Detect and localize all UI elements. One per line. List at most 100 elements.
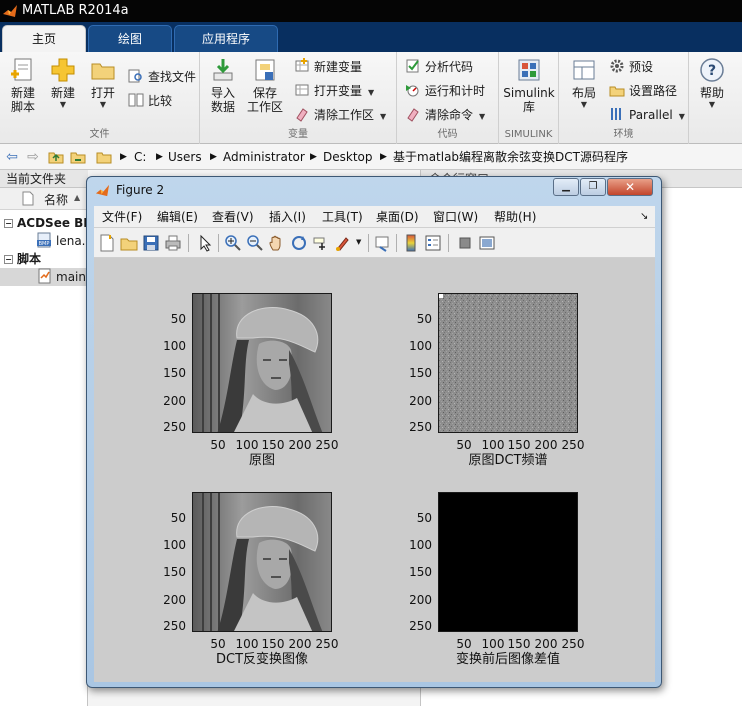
brush-icon[interactable] (334, 234, 352, 252)
subplot-title: 原图DCT频谱 (468, 453, 548, 468)
clear-commands-button[interactable]: 清除命令 ▼ (405, 104, 485, 126)
dct-spectrum-image (439, 294, 577, 432)
x-tick-label: 150 (507, 438, 531, 452)
breadcrumb-users[interactable]: Users (168, 149, 202, 165)
name-column-header[interactable]: 名称 (44, 191, 68, 208)
subplot-dct-spectrum[interactable] (438, 293, 578, 433)
tab-apps[interactable]: 应用程序 (174, 25, 278, 52)
new-caret-icon: ▼ (59, 100, 67, 109)
print-figure-icon[interactable] (164, 234, 182, 252)
toolbar-separator (188, 234, 189, 252)
preferences-button[interactable]: 预设 (609, 56, 653, 78)
simulink-library-button[interactable]: Simulink 库 (503, 56, 555, 126)
breadcrumb-desktop[interactable]: Desktop (323, 149, 373, 165)
menu-view[interactable]: 查看(V) (212, 209, 254, 225)
up-folder-icon[interactable] (48, 149, 64, 165)
data-cursor-icon[interactable] (312, 234, 330, 252)
back-arrow-icon[interactable]: ⇦ (3, 148, 21, 166)
breadcrumb-administrator[interactable]: Administrator (223, 149, 305, 165)
parallel-button[interactable]: Parallel ▼ (609, 104, 685, 126)
section-label-file: 文件 (89, 129, 110, 140)
open-file-icon[interactable] (120, 234, 138, 252)
new-label: 新建 (50, 86, 75, 100)
import-data-button[interactable]: 导入 数据 (202, 56, 244, 126)
figure-canvas: 50 100 150 200 250 50 100 150 200 250 原图 (94, 258, 655, 682)
new-variable-button[interactable]: 新建变量 (294, 56, 362, 78)
ribbon-section-variable: 导入 数据 保存 工作区 新建变量 打开变量 ▼ 清除工作区 ▼ 变量 (200, 52, 397, 144)
save-workspace-button[interactable]: 保存 工作区 (244, 56, 286, 126)
y-tick-label: 50 (170, 511, 186, 525)
figure-window[interactable]: Figure 2 ▁ ❐ ✕ 文件(F) 编辑(E) 查看(V) 插入(I) 工… (86, 176, 662, 688)
collapse-toggle-icon[interactable]: − (4, 255, 13, 264)
rotate-3d-icon[interactable] (290, 234, 308, 252)
figure-title-bar[interactable]: Figure 2 ▁ ❐ ✕ (87, 177, 663, 203)
maximize-button[interactable]: ❐ (580, 178, 606, 196)
tree-group-scripts[interactable]: − 脚本 (0, 250, 88, 268)
tab-home[interactable]: 主页 (2, 25, 86, 52)
file-name: lena. (56, 234, 86, 248)
clear-workspace-button[interactable]: 清除工作区 ▼ (294, 104, 386, 126)
breadcrumb-current-folder[interactable]: 基于matlab编程离散余弦变换DCT源码程序 (393, 149, 628, 165)
new-figure-icon[interactable] (98, 234, 116, 252)
link-plot-icon[interactable] (374, 234, 392, 252)
dock-arrow-icon[interactable]: ↘ (640, 209, 648, 225)
zoom-in-icon[interactable] (224, 234, 242, 252)
menu-help[interactable]: 帮助(H) (494, 209, 536, 225)
menu-insert[interactable]: 插入(I) (269, 209, 306, 225)
open-variable-icon (295, 84, 309, 96)
new-button[interactable]: 新建 ▼ (42, 56, 84, 126)
menu-file[interactable]: 文件(F) (102, 209, 142, 225)
file-item-main[interactable]: main (0, 268, 88, 286)
edit-plot-arrow-icon[interactable] (196, 234, 214, 252)
import-data-label: 导入 数据 (210, 86, 235, 114)
clear-workspace-label: 清除工作区 (314, 108, 375, 122)
open-variable-caret-icon: ▼ (368, 88, 375, 97)
insert-legend-icon[interactable] (424, 234, 442, 252)
subplot-title: 变换前后图像差值 (455, 652, 560, 667)
find-files-icon (128, 69, 142, 83)
file-item-lena[interactable]: BMP lena. (0, 232, 88, 250)
zoom-out-icon[interactable] (246, 234, 264, 252)
browse-folder-icon[interactable] (70, 149, 86, 165)
run-and-time-button[interactable]: 运行和计时 (405, 80, 485, 102)
new-script-label: 新建 脚本 (10, 86, 35, 114)
hide-plot-tools-icon[interactable] (456, 234, 474, 252)
open-button[interactable]: 打开 ▼ (82, 56, 124, 126)
minimize-button[interactable]: ▁ (553, 178, 579, 196)
x-tick-label: 200 (288, 637, 312, 651)
forward-arrow-icon[interactable]: ⇨ (24, 148, 42, 166)
new-script-button[interactable]: 新建 脚本 (2, 56, 44, 126)
menu-window[interactable]: 窗口(W) (433, 209, 478, 225)
open-variable-label: 打开变量 (314, 84, 363, 98)
clear-workspace-caret-icon: ▼ (380, 112, 387, 121)
analyze-code-button[interactable]: 分析代码 (405, 56, 473, 78)
y-tick-label: 200 (163, 593, 186, 607)
menu-desktop[interactable]: 桌面(D) (376, 209, 419, 225)
menu-tools[interactable]: 工具(T) (322, 209, 363, 225)
tab-plots[interactable]: 绘图 (88, 25, 172, 52)
show-plot-tools-icon[interactable] (478, 234, 496, 252)
subplot-original-image[interactable] (192, 293, 332, 433)
pan-hand-icon[interactable] (268, 234, 286, 252)
menu-edit[interactable]: 编辑(E) (157, 209, 198, 225)
save-figure-icon[interactable] (142, 234, 160, 252)
find-files-button[interactable]: 查找文件 (128, 66, 196, 88)
subplot-idct-image[interactable] (192, 492, 332, 632)
root-folder-icon[interactable] (96, 149, 112, 165)
difference-image (439, 493, 577, 631)
help-button[interactable]: ? 帮助 ▼ (691, 56, 733, 126)
open-variable-button[interactable]: 打开变量 ▼ (294, 80, 374, 102)
collapse-toggle-icon[interactable]: − (4, 219, 13, 228)
breadcrumb-drive[interactable]: C: (134, 149, 146, 165)
brush-caret-icon[interactable]: ▼ (356, 238, 361, 246)
ribbon-section-simulink: Simulink 库 SIMULINK (499, 52, 559, 144)
compare-button[interactable]: 比较 (128, 90, 172, 112)
sort-ascending-icon[interactable]: ▲ (74, 193, 80, 202)
subplot-difference-image[interactable] (438, 492, 578, 632)
insert-colorbar-icon[interactable] (402, 234, 420, 252)
close-button[interactable]: ✕ (607, 178, 653, 196)
set-path-button[interactable]: 设置路径 (609, 80, 677, 102)
tree-group-acdsee[interactable]: − ACDSee BM (0, 214, 88, 232)
open-label: 打开 (90, 86, 115, 100)
layout-button[interactable]: 布局 ▼ (563, 56, 605, 126)
